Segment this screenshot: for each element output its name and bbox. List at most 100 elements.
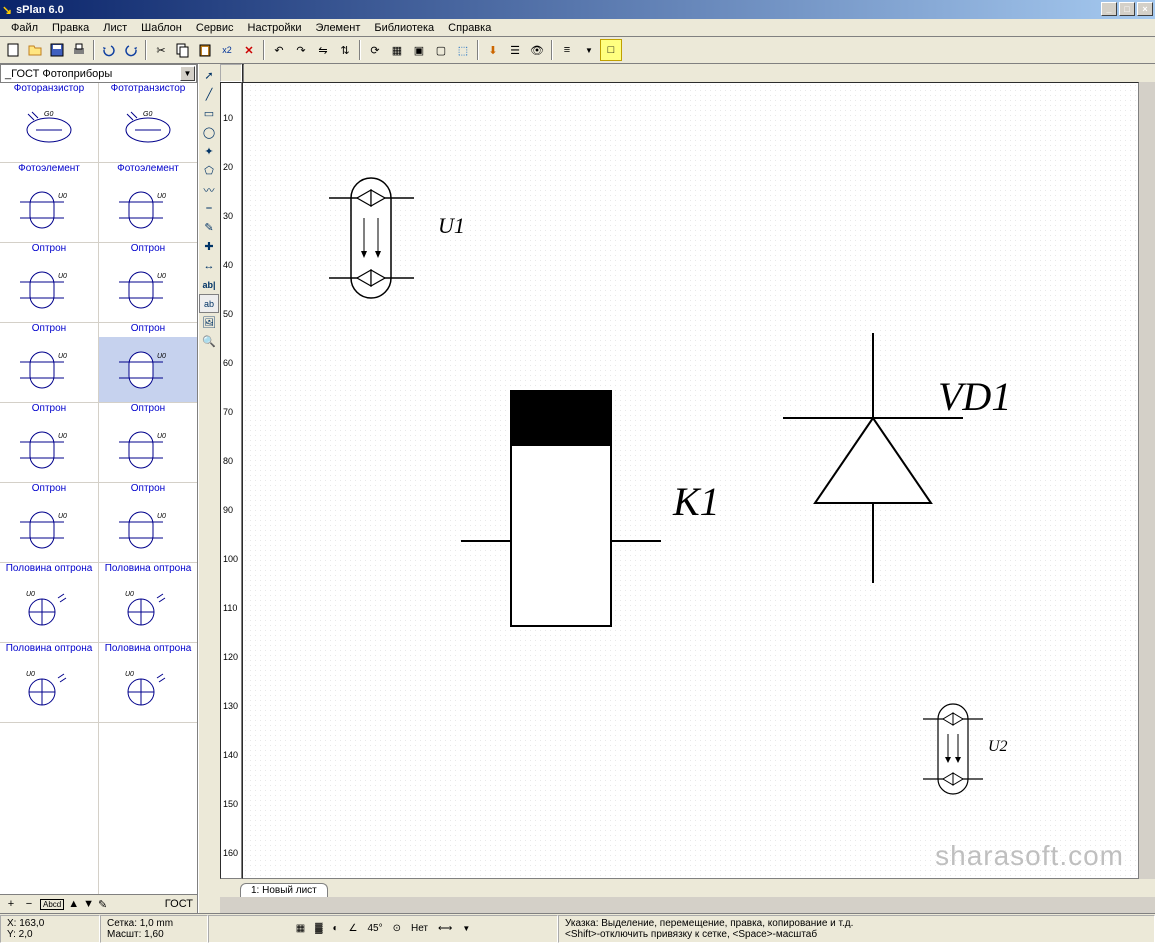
lib-thumb[interactable]: G0 <box>99 97 197 163</box>
menu-element[interactable]: Элемент <box>308 21 367 35</box>
label-u1[interactable]: U1 <box>438 213 465 239</box>
menu-edit[interactable]: Правка <box>45 21 96 35</box>
menu-settings[interactable]: Настройки <box>241 21 309 35</box>
rotate-right-icon[interactable]: ↷ <box>290 39 312 61</box>
lib-thumb[interactable]: U0 <box>99 337 197 403</box>
lib-thumb[interactable]: U0 <box>0 337 98 403</box>
rotate-left-icon[interactable]: ↶ <box>268 39 290 61</box>
add-icon[interactable]: + <box>4 897 18 911</box>
line-icon[interactable]: ╱ <box>199 85 219 104</box>
print-icon[interactable] <box>68 39 90 61</box>
new-icon[interactable] <box>2 39 24 61</box>
close-button[interactable]: × <box>1137 2 1153 16</box>
image-icon[interactable]: 🖼 <box>199 313 219 332</box>
dim-icon[interactable]: ⟷ <box>438 923 452 934</box>
menu-service[interactable]: Сервис <box>189 21 241 35</box>
component-u1[interactable] <box>329 173 479 323</box>
menu-file[interactable]: Файл <box>4 21 45 35</box>
text-icon[interactable]: ab| <box>199 275 219 294</box>
status-x: X: 163,0 <box>7 918 93 929</box>
component-u2[interactable] <box>923 701 1033 811</box>
lib-thumb[interactable]: U0 <box>0 577 98 643</box>
freehand-icon[interactable]: ✎ <box>199 218 219 237</box>
up-icon[interactable]: ▲ <box>68 898 79 910</box>
group-icon[interactable]: ⬚ <box>452 39 474 61</box>
lib-thumb[interactable]: G0 <box>0 97 98 163</box>
sheet-tab[interactable]: 1: Новый лист <box>240 883 328 897</box>
chevron-down-icon[interactable]: ▼ <box>578 39 600 61</box>
lib-thumb[interactable]: U0 <box>99 257 197 323</box>
lib-thumb[interactable]: U0 <box>0 657 98 723</box>
star-icon[interactable]: ✦ <box>199 142 219 161</box>
abcd-icon[interactable]: Abcd <box>40 899 64 910</box>
list-icon[interactable]: ≡ <box>556 39 578 61</box>
curve-icon[interactable]: 〰 <box>199 180 219 199</box>
angle-icon[interactable]: ∠ <box>349 923 358 934</box>
menu-sheet[interactable]: Лист <box>96 21 134 35</box>
remove-icon[interactable]: − <box>22 897 36 911</box>
duplicate-icon[interactable]: x2 <box>216 39 238 61</box>
component-vd1[interactable] <box>773 333 973 593</box>
snap-setting-icon[interactable]: ⊙ <box>393 923 401 934</box>
redo-icon[interactable] <box>120 39 142 61</box>
lib-thumb[interactable]: U0 <box>99 577 197 643</box>
horizontal-scrollbar[interactable] <box>220 897 1155 913</box>
snap-icon[interactable]: ⬇ <box>482 39 504 61</box>
lib-edit-icon[interactable]: ✎ <box>98 898 107 911</box>
front-icon[interactable]: ▣ <box>408 39 430 61</box>
label-k1[interactable]: K1 <box>673 478 720 525</box>
align-icon[interactable]: ▦ <box>386 39 408 61</box>
copy-icon[interactable] <box>172 39 194 61</box>
dim-chevron-icon[interactable]: ▼ <box>462 924 470 933</box>
circle-icon[interactable]: ◯ <box>199 123 219 142</box>
contrast-icon[interactable]: ◐ <box>332 923 338 934</box>
menu-library[interactable]: Библиотека <box>367 21 441 35</box>
paste-icon[interactable] <box>194 39 216 61</box>
back-icon[interactable]: ▢ <box>430 39 452 61</box>
label-vd1[interactable]: VD1 <box>938 373 1011 420</box>
component-k1[interactable] <box>461 386 711 666</box>
lib-thumb[interactable]: U0 <box>99 177 197 243</box>
undo-icon[interactable] <box>98 39 120 61</box>
textbox-icon[interactable]: ab <box>199 294 219 313</box>
menu-help[interactable]: Справка <box>441 21 498 35</box>
flip-h-icon[interactable]: ⇋ <box>312 39 334 61</box>
lib-thumb[interactable]: U0 <box>99 417 197 483</box>
status-y: Y: 2,0 <box>7 929 93 940</box>
vertical-scrollbar[interactable] <box>1139 82 1155 879</box>
lib-thumb[interactable]: U0 <box>0 497 98 563</box>
lib-thumb[interactable]: U0 <box>0 417 98 483</box>
snap-grid-icon[interactable]: ▓ <box>315 923 322 934</box>
highlight-icon[interactable]: □ <box>600 39 622 61</box>
grid-icon[interactable]: ▦ <box>296 923 305 934</box>
save-icon[interactable] <box>46 39 68 61</box>
poly-icon[interactable]: ⬠ <box>199 161 219 180</box>
dimension-icon[interactable]: ↔ <box>199 256 219 275</box>
lib-label: Оптрон <box>0 483 98 497</box>
rotate-icon[interactable]: ⟳ <box>364 39 386 61</box>
library-select[interactable]: _ГОСТ Фотоприборы ▼ <box>0 64 197 83</box>
lib-thumb[interactable]: U0 <box>0 177 98 243</box>
menu-template[interactable]: Шаблон <box>134 21 189 35</box>
find-icon[interactable]: 👁 <box>526 39 548 61</box>
flip-v-icon[interactable]: ⇅ <box>334 39 356 61</box>
zoom-icon[interactable]: 🔍 <box>199 332 219 351</box>
delete-icon[interactable]: ✕ <box>238 39 260 61</box>
maximize-button[interactable]: □ <box>1119 2 1135 16</box>
library-sidebar: _ГОСТ Фотоприборы ▼ ФоторанзисторG0Фотоэ… <box>0 64 198 913</box>
chevron-down-icon[interactable]: ▼ <box>180 66 195 81</box>
lib-thumb[interactable]: U0 <box>99 497 197 563</box>
cut-icon[interactable]: ✂ <box>150 39 172 61</box>
lib-thumb[interactable]: U0 <box>99 657 197 723</box>
pointer-icon[interactable]: ➚ <box>199 66 219 85</box>
bezier-icon[interactable]: ⎯ <box>199 199 219 218</box>
rect-icon[interactable]: ▭ <box>199 104 219 123</box>
drawing-canvas[interactable]: U1 K1 VD1 <box>242 82 1139 879</box>
minimize-button[interactable]: _ <box>1101 2 1117 16</box>
label-u2[interactable]: U2 <box>988 738 1008 756</box>
open-icon[interactable] <box>24 39 46 61</box>
lib-thumb[interactable]: U0 <box>0 257 98 323</box>
form-icon[interactable]: ☰ <box>504 39 526 61</box>
down-icon[interactable]: ▼ <box>83 898 94 910</box>
node-icon[interactable]: ✚ <box>199 237 219 256</box>
